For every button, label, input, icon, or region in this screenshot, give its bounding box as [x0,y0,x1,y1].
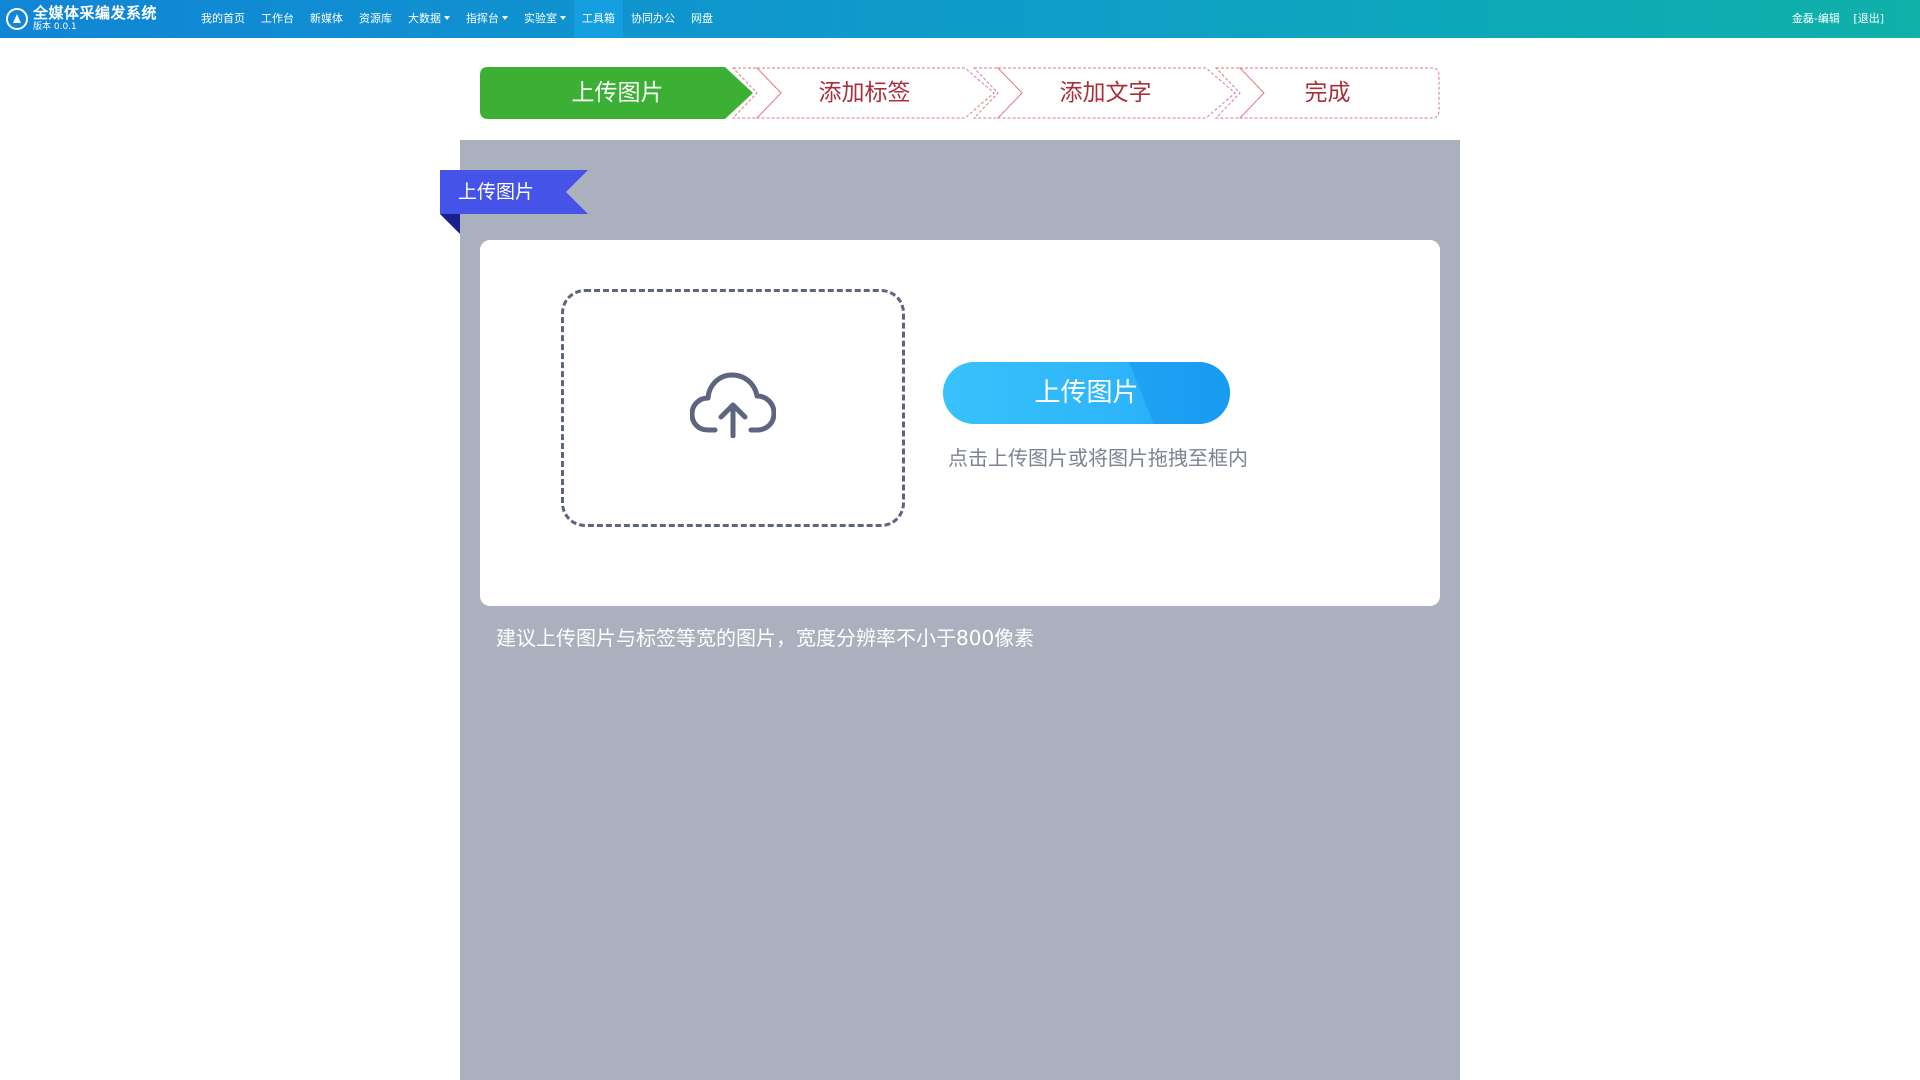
upload-suggestion: 建议上传图片与标签等宽的图片，宽度分辨率不小于800像素 [496,626,1035,650]
step-add-tags[interactable]: 添加标签 [732,67,997,119]
user-area: 金磊-编辑 [退出] [1792,0,1884,38]
step-label: 完成 [1304,80,1351,106]
app-title: 全媒体采编发系统 [33,4,158,22]
nav-item-home[interactable]: 我的首页 [193,0,253,38]
ribbon-label: 上传图片 [458,181,535,203]
nav-item-collaboration[interactable]: 协同办公 [623,0,683,38]
nav-item-toolbox[interactable]: 工具箱 [574,0,623,38]
nav-item-new-media[interactable]: 新媒体 [302,0,351,38]
upload-hint: 点击上传图片或将图片拖拽至框内 [948,446,1248,470]
step-indicator: 上传图片 添加标签 添加文字 完成 [480,67,1440,119]
step-label: 添加文字 [1059,80,1152,106]
cloud-upload-icon [690,372,776,438]
nav-item-workbench[interactable]: 工作台 [253,0,302,38]
nav-item-netdisk[interactable]: 网盘 [683,0,721,38]
step-finish[interactable]: 完成 [1215,67,1440,119]
nav-item-big-data[interactable]: 大数据 [400,0,458,38]
top-navbar: 全媒体采编发系统 版本 0.0.1 我的首页 工作台 新媒体 资源库 大数据 指… [0,0,1920,38]
chevron-down-icon [502,16,508,20]
step-label: 添加标签 [818,80,911,106]
nav-item-command-center[interactable]: 指挥台 [458,0,516,38]
upload-button-label: 上传图片 [1034,378,1139,408]
main-nav: 我的首页 工作台 新媒体 资源库 大数据 指挥台 实验室 工具箱 协同办公 网盘 [193,0,721,38]
upload-image-button[interactable]: 上传图片 [943,362,1230,424]
upload-dropzone[interactable] [561,289,905,527]
step-upload-image[interactable]: 上传图片 [480,67,755,119]
user-name[interactable]: 金磊-编辑 [1792,12,1840,25]
section-ribbon: 上传图片 [440,170,588,234]
upload-card: 上传图片 点击上传图片或将图片拖拽至框内 [480,240,1440,606]
chevron-down-icon [444,16,450,20]
app-logo-icon [6,8,28,30]
step-label: 上传图片 [571,80,664,106]
step-add-text[interactable]: 添加文字 [973,67,1238,119]
chevron-down-icon [560,16,566,20]
nav-item-lab[interactable]: 实验室 [516,0,574,38]
app-version: 版本 0.0.1 [33,22,77,32]
nav-item-resource-library[interactable]: 资源库 [351,0,400,38]
brand[interactable]: 全媒体采编发系统 版本 0.0.1 [6,4,157,34]
logout-link[interactable]: [退出] [1853,12,1884,25]
